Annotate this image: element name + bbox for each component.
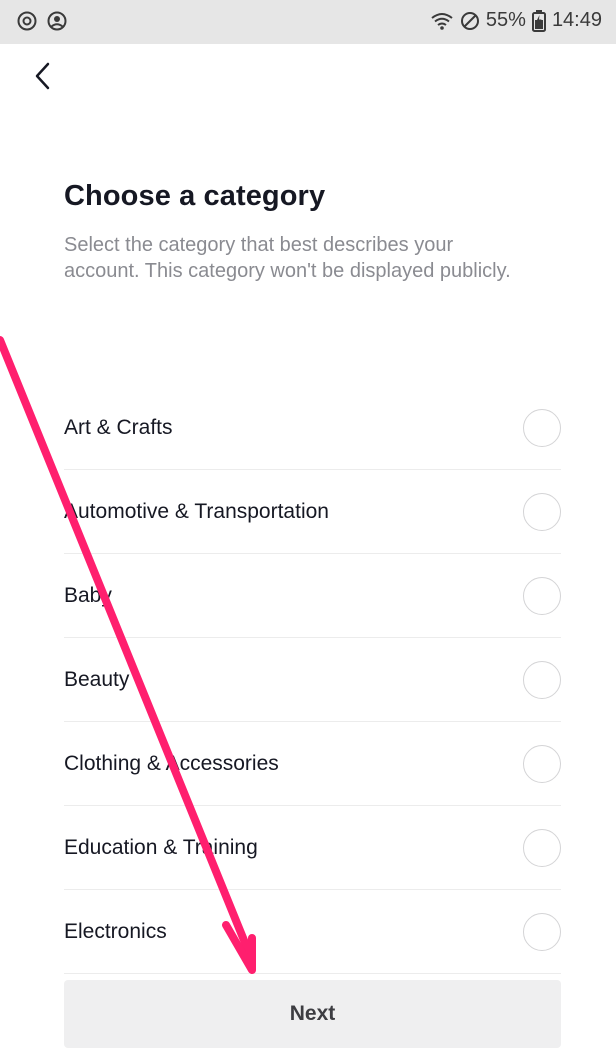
category-item-electronics[interactable]: Electronics — [64, 890, 561, 974]
next-button[interactable]: Next — [64, 980, 561, 1048]
category-label: Beauty — [64, 667, 130, 691]
account-circle-icon — [46, 10, 68, 32]
category-label: Clothing & Accessories — [64, 751, 279, 775]
category-list: Art & Crafts Automotive & Transportation… — [64, 386, 561, 974]
status-bar: 55% 14:49 — [0, 0, 616, 44]
category-label: Automotive & Transportation — [64, 499, 329, 523]
status-right-icons: 55% 14:49 — [430, 9, 602, 32]
do-not-disturb-icon — [460, 11, 480, 31]
category-radio[interactable] — [523, 912, 561, 951]
page-subtitle: Select the category that best describes … — [64, 234, 511, 282]
clock: 14:49 — [551, 9, 602, 31]
category-radio[interactable] — [523, 660, 561, 699]
category-item-clothing-accessories[interactable]: Clothing & Accessories — [64, 722, 561, 806]
page-title: Choose a category — [64, 180, 326, 212]
status-left-icons — [16, 10, 68, 32]
category-radio[interactable] — [523, 576, 561, 615]
data-saver-icon — [16, 10, 38, 32]
category-radio[interactable] — [523, 408, 561, 447]
category-item-education-training[interactable]: Education & Training — [64, 806, 561, 890]
category-item-automotive-transportation[interactable]: Automotive & Transportation — [64, 470, 561, 554]
category-item-baby[interactable]: Baby — [64, 554, 561, 638]
category-label: Education & Training — [64, 835, 258, 859]
back-button[interactable] — [32, 58, 72, 98]
category-radio[interactable] — [523, 492, 561, 531]
battery-icon — [531, 9, 546, 32]
wifi-icon — [430, 11, 454, 31]
battery-percent: 55% — [485, 9, 526, 31]
category-radio[interactable] — [523, 744, 561, 783]
category-item-beauty[interactable]: Beauty — [64, 638, 561, 722]
category-label: Art & Crafts — [64, 415, 173, 439]
category-radio[interactable] — [523, 828, 561, 867]
chevron-left-icon — [32, 61, 52, 96]
category-label: Electronics — [64, 919, 167, 943]
category-item-art-crafts[interactable]: Art & Crafts — [64, 386, 561, 470]
category-label: Baby — [64, 583, 112, 607]
